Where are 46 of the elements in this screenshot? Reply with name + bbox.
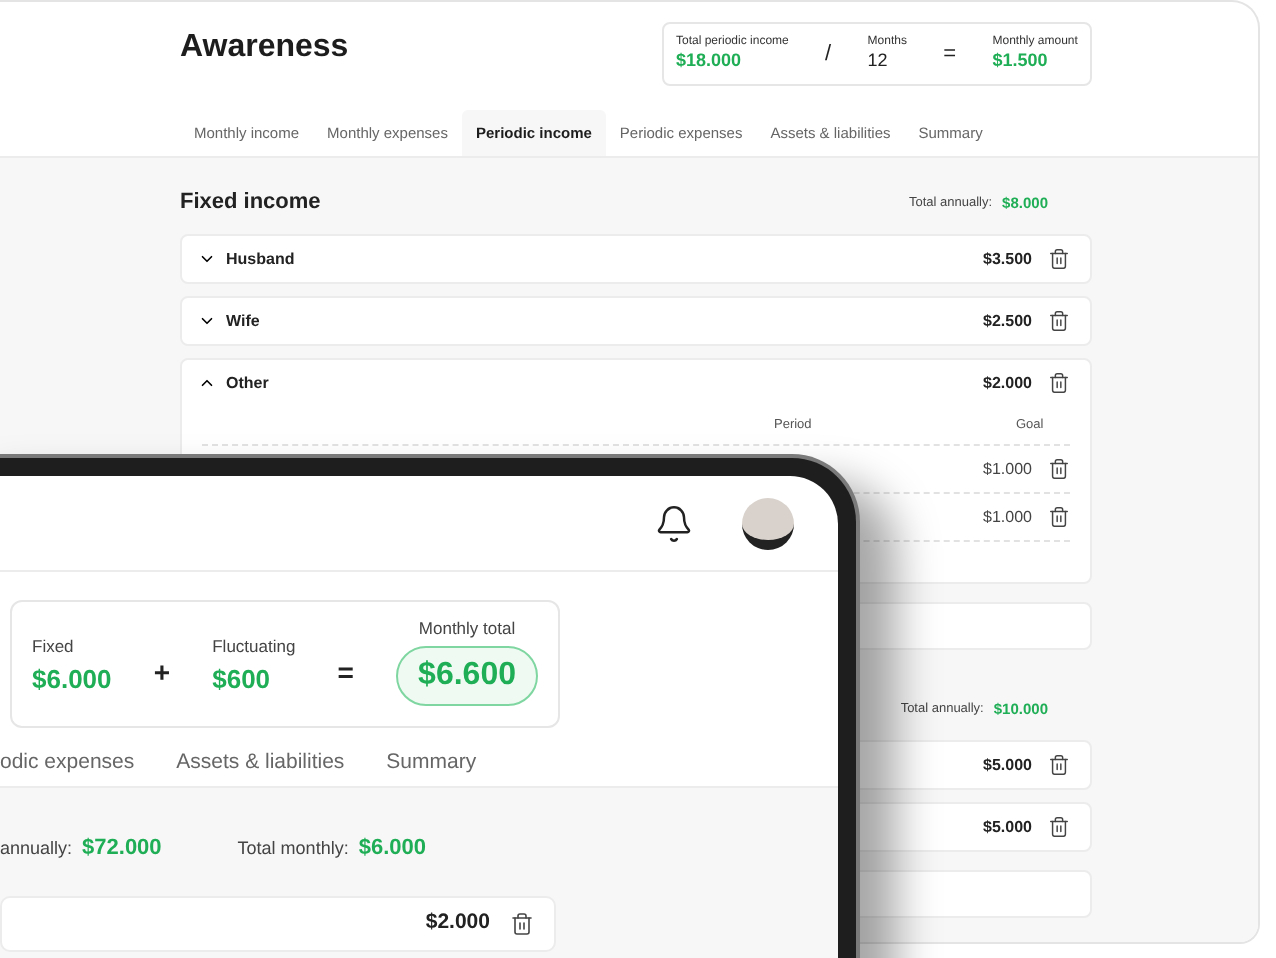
total-value: $72.000	[82, 834, 162, 864]
row-amount: $2.000	[425, 907, 490, 938]
summary-value: $6.000	[32, 661, 112, 697]
notification-bell-icon[interactable]	[654, 503, 694, 543]
summary-label: Monthly total	[418, 616, 516, 642]
trash-icon[interactable]	[1048, 754, 1070, 776]
operator-sign: =	[337, 654, 354, 692]
goal-amount: $1.000	[983, 505, 1032, 529]
section-title: Fixed income	[180, 188, 321, 219]
operator-sign: =	[943, 39, 957, 70]
total-label: Total monthly:	[237, 835, 349, 862]
total-value: $6.000	[358, 834, 426, 864]
trash-icon[interactable]	[1048, 372, 1070, 394]
row-amount: $2.500	[983, 309, 1032, 333]
trash-icon[interactable]	[1048, 506, 1070, 528]
summary-label: Fixed	[32, 633, 76, 659]
trash-icon[interactable]	[1048, 248, 1070, 270]
row-name: Wife	[226, 309, 260, 333]
trash-icon[interactable]	[1048, 458, 1070, 480]
trash-icon[interactable]	[1048, 816, 1070, 838]
chevron-icon[interactable]	[198, 374, 216, 392]
row-amount: $3.500	[983, 247, 1032, 271]
tab[interactable]: Summary	[386, 747, 477, 779]
summary-value: $18.000	[676, 50, 744, 72]
total-label: annually:	[0, 835, 73, 862]
page-title: Awareness	[180, 28, 349, 68]
summary-value: 12	[867, 50, 890, 72]
summary-value: $1.500	[992, 50, 1050, 72]
avatar[interactable]	[742, 497, 794, 549]
row-name: Other	[226, 371, 269, 395]
summary-label: Fluctuating	[212, 633, 296, 659]
chevron-icon[interactable]	[198, 250, 216, 268]
trash-icon[interactable]	[1048, 310, 1070, 332]
monthly-total-value: $6.600	[396, 646, 538, 706]
row-amount: $5.000	[983, 753, 1032, 777]
tab[interactable]: Assets & liabilities	[176, 747, 345, 779]
trash-icon[interactable]	[510, 911, 534, 935]
row-amount: $5.000	[983, 815, 1032, 839]
goal-amount: $1.000	[983, 457, 1032, 481]
operator-sign: /	[825, 39, 832, 70]
summary-value: $600	[212, 661, 273, 697]
row-name: Husband	[226, 247, 295, 271]
row-amount: $2.000	[983, 371, 1032, 395]
chevron-icon[interactable]	[198, 312, 216, 330]
tab[interactable]: odic expenses	[0, 747, 135, 779]
operator-sign: +	[153, 654, 171, 692]
